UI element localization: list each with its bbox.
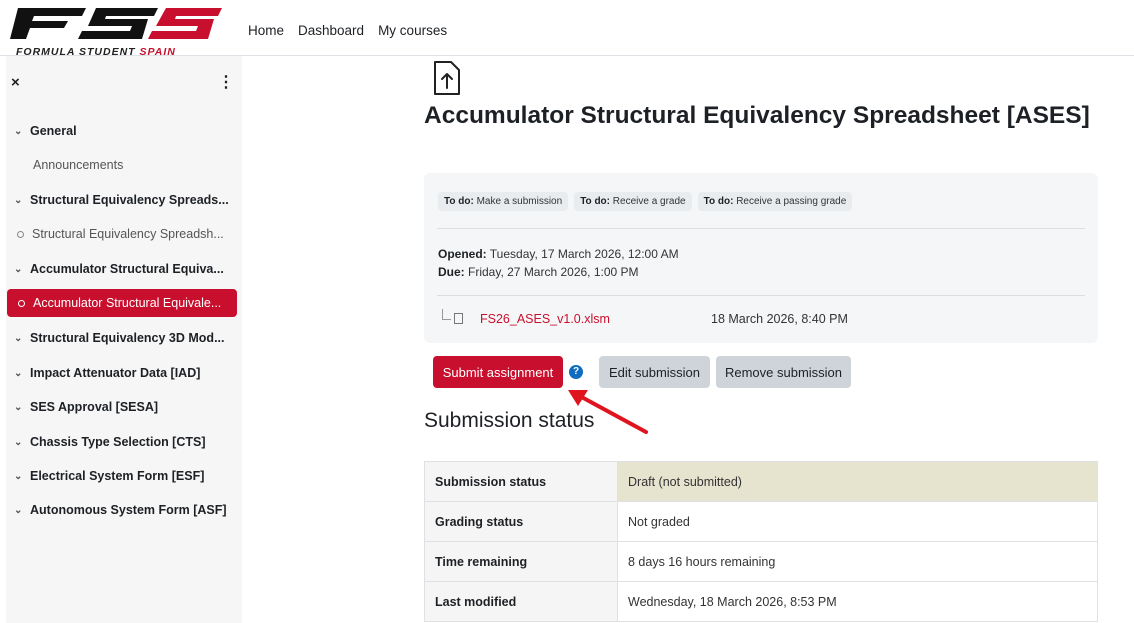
sidebar-section-iad[interactable]: ⌄ Impact Attenuator Data [IAD]	[6, 359, 242, 387]
chevron-down-icon[interactable]: ⌄	[14, 333, 24, 344]
row-label: Submission status	[424, 461, 618, 502]
sidebar-item-ases-activity[interactable]: Accumulator Structural Equivale...	[7, 289, 237, 317]
chevron-down-icon[interactable]: ⌄	[14, 402, 24, 413]
top-navbar: FORMULA STUDENT SPAIN Home Dashboard My …	[0, 0, 1134, 58]
divider	[437, 295, 1085, 296]
chevron-down-icon[interactable]: ⌄	[14, 195, 24, 206]
circle-icon	[17, 230, 24, 238]
fss-logo[interactable]: FORMULA STUDENT SPAIN	[8, 6, 223, 58]
activity-dates: Opened: Tuesday, 17 March 2026, 12:00 AM…	[438, 245, 679, 281]
chevron-down-icon[interactable]: ⌄	[14, 471, 24, 482]
table-row: Grading status Not graded	[424, 501, 1098, 542]
chevron-down-icon[interactable]: ⌄	[14, 368, 24, 379]
chevron-down-icon[interactable]: ⌄	[14, 264, 24, 275]
nav-home[interactable]: Home	[248, 23, 284, 38]
row-value: Not graded	[617, 501, 1098, 542]
attachment-link[interactable]: FS26_ASES_v1.0.xlsm	[480, 312, 610, 326]
primary-nav: Home Dashboard My courses	[248, 23, 447, 38]
annotation-arrow-icon	[568, 390, 648, 434]
nav-dashboard[interactable]: Dashboard	[298, 23, 364, 38]
chevron-down-icon[interactable]: ⌄	[14, 437, 24, 448]
assignment-upload-icon	[434, 61, 460, 95]
submission-status-table: Submission status Draft (not submitted) …	[424, 461, 1098, 622]
row-label: Grading status	[424, 501, 618, 542]
sidebar-section-asf[interactable]: ⌄ Autonomous System Form [ASF]	[6, 496, 242, 524]
attachment-date: 18 March 2026, 8:40 PM	[711, 312, 848, 326]
fss-logo-icon	[10, 8, 222, 39]
todo-badges: To do: Make a submission To do: Receive …	[438, 192, 853, 211]
todo-badge: To do: Receive a grade	[574, 192, 692, 211]
sidebar-section-ases[interactable]: ⌄ Accumulator Structural Equiva...	[6, 255, 242, 283]
sidebar-section-esf[interactable]: ⌄ Electrical System Form [ESF]	[6, 462, 242, 490]
todo-badge: To do: Receive a passing grade	[697, 192, 853, 211]
help-icon[interactable]: ?	[569, 365, 583, 379]
nav-my-courses[interactable]: My courses	[378, 23, 447, 38]
row-value: Draft (not submitted)	[617, 461, 1098, 502]
more-options-icon[interactable]: ⋮	[218, 72, 234, 92]
opened-date: Opened: Tuesday, 17 March 2026, 12:00 AM	[438, 247, 679, 261]
close-icon[interactable]: ×	[11, 74, 20, 91]
table-row: Last modified Wednesday, 18 March 2026, …	[424, 581, 1098, 622]
due-date: Due: Friday, 27 March 2026, 1:00 PM	[438, 265, 639, 279]
row-value: 8 days 16 hours remaining	[617, 541, 1098, 582]
chevron-down-icon[interactable]: ⌄	[14, 505, 24, 516]
page-title: Accumulator Structural Equivalency Sprea…	[424, 102, 1090, 129]
sidebar-item-announcements[interactable]: Announcements	[6, 151, 242, 179]
table-row: Submission status Draft (not submitted)	[424, 461, 1098, 502]
remove-submission-button[interactable]: Remove submission	[716, 356, 851, 388]
row-value: Wednesday, 18 March 2026, 8:53 PM	[617, 581, 1098, 622]
sidebar-section-se3d[interactable]: ⌄ Structural Equivalency 3D Mod...	[6, 324, 242, 352]
divider	[437, 228, 1085, 229]
todo-badge: To do: Make a submission	[438, 192, 569, 211]
sidebar-section-cts[interactable]: ⌄ Chassis Type Selection [CTS]	[6, 428, 242, 456]
row-label: Last modified	[424, 581, 618, 622]
table-row: Time remaining 8 days 16 hours remaining	[424, 541, 1098, 582]
chevron-down-icon[interactable]: ⌄	[14, 126, 24, 137]
attachment-row: FS26_ASES_v1.0.xlsm 18 March 2026, 8:40 …	[438, 309, 1078, 329]
sidebar-section-ses[interactable]: ⌄ Structural Equivalency Spreads...	[6, 186, 242, 214]
activity-info-box: To do: Make a submission To do: Receive …	[424, 173, 1098, 343]
row-label: Time remaining	[424, 541, 618, 582]
course-index-sidebar: × ⋮ ⌄ General Announcements ⌄ Structural…	[6, 56, 242, 623]
tree-connector-icon	[442, 309, 451, 320]
sidebar-section-general[interactable]: ⌄ General	[6, 117, 242, 145]
file-icon	[454, 313, 463, 324]
circle-icon	[18, 299, 25, 307]
sidebar-item-ses-activity[interactable]: Structural Equivalency Spreadsh...	[6, 220, 242, 248]
submit-assignment-button[interactable]: Submit assignment	[433, 356, 563, 388]
sidebar-section-sesa[interactable]: ⌄ SES Approval [SESA]	[6, 393, 242, 421]
edit-submission-button[interactable]: Edit submission	[599, 356, 710, 388]
